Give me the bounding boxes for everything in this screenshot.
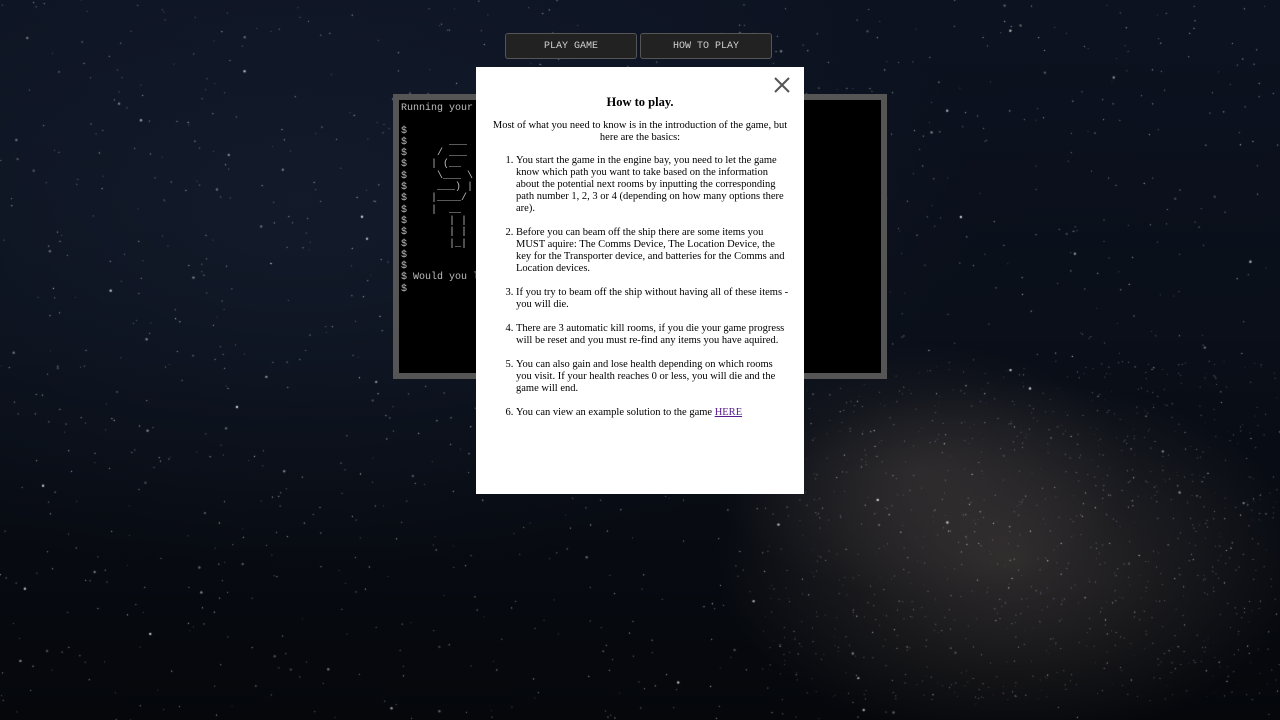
- solution-link[interactable]: HERE: [715, 407, 742, 418]
- rule-item: If you try to beam off the ship without …: [516, 287, 791, 311]
- how-to-play-button[interactable]: HOW TO PLAY: [640, 33, 772, 59]
- solution-text: You can view an example solution to the …: [516, 407, 715, 418]
- rule-item: You start the game in the engine bay, yo…: [516, 155, 791, 215]
- rule-item: Before you can beam off the ship there a…: [516, 227, 791, 275]
- play-game-button[interactable]: PLAY GAME: [505, 33, 637, 59]
- modal-intro: Most of what you need to know is in the …: [492, 120, 788, 143]
- top-nav: PLAY GAME HOW TO PLAY: [505, 33, 772, 59]
- rule-item-solution: You can view an example solution to the …: [516, 407, 791, 419]
- rule-item: There are 3 automatic kill rooms, if you…: [516, 323, 791, 347]
- rule-item: You can also gain and lose health depend…: [516, 359, 791, 395]
- terminal-output: Running your $ $ ___ $ / ___ $ | (__ $ \…: [401, 103, 479, 295]
- close-icon[interactable]: [773, 76, 791, 94]
- modal-title: How to play.: [606, 95, 674, 109]
- rules-list: You start the game in the engine bay, yo…: [489, 155, 791, 419]
- how-to-play-modal: How to play. Most of what you need to kn…: [476, 67, 804, 494]
